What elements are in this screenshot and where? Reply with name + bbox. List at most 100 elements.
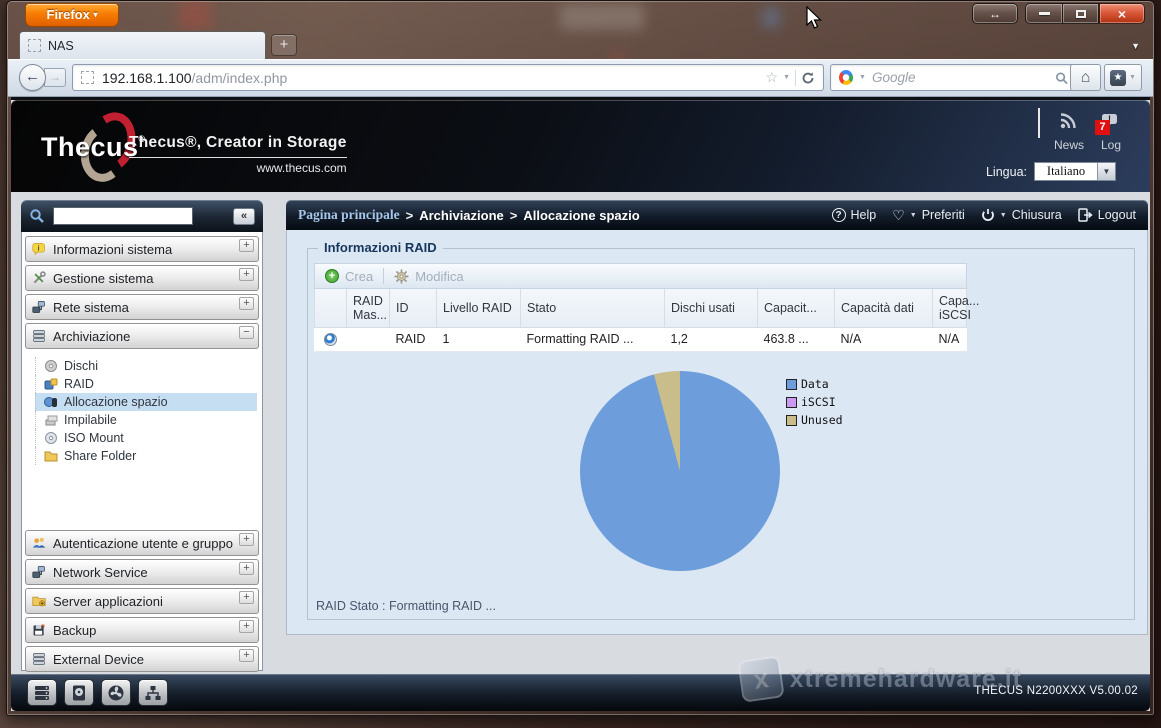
sidebar-section-network-service[interactable]: Network Service +: [25, 559, 259, 585]
app-server-icon: [32, 594, 46, 608]
bookmarks-menu-button[interactable]: ★ ▼: [1104, 64, 1142, 91]
tab-strip: NAS + ▼: [7, 31, 1154, 59]
screen: Firefox ▾ ↔ × NAS: [0, 0, 1161, 728]
sidebar-section-backup[interactable]: Backup +: [25, 617, 259, 643]
sidebar-item-impilabile[interactable]: Impilabile: [35, 411, 259, 429]
expand-icon[interactable]: +: [239, 239, 254, 252]
firefox-menu-button[interactable]: Firefox ▾: [25, 3, 119, 27]
tools-icon: [32, 271, 46, 285]
legend-swatch: [786, 397, 797, 408]
sidebar-section-server-applicazioni[interactable]: Server applicazioni +: [25, 588, 259, 614]
close-button[interactable]: ×: [1099, 3, 1145, 24]
sidebar-section-external-device[interactable]: External Device +: [25, 646, 259, 672]
expand-icon[interactable]: +: [239, 620, 254, 633]
reload-icon[interactable]: [801, 71, 815, 85]
site-footer: x xtremehardware.it THECUS N2200XXX V5.0…: [11, 674, 1150, 711]
fieldset-title: Informazioni RAID: [318, 240, 443, 255]
sidebar-collapse-button[interactable]: «: [233, 208, 255, 225]
minimize-button[interactable]: [1025, 3, 1062, 24]
sidebar-section-gestione-sistema[interactable]: Gestione sistema +: [25, 265, 259, 291]
logout-icon: [1078, 208, 1093, 222]
sidebar-item-iso-mount[interactable]: ISO Mount: [35, 429, 259, 447]
server-icon: [33, 684, 51, 702]
collapse-section-icon[interactable]: −: [239, 326, 254, 339]
sidebar-section-autenticazione[interactable]: Autenticazione utente e gruppo +: [25, 530, 259, 556]
sidebar-section-rete-sistema[interactable]: Rete sistema +: [25, 294, 259, 320]
server-status-button[interactable]: [27, 679, 57, 706]
home-button[interactable]: ⌂: [1070, 64, 1101, 91]
gear-icon: [394, 269, 409, 284]
new-tab-button[interactable]: +: [271, 34, 297, 56]
breadcrumb-bar: Pagina principale > Archiviazione > Allo…: [286, 200, 1148, 230]
sidebar-section-informazioni-sistema[interactable]: i Informazioni sistema +: [25, 236, 259, 262]
resize-icon: ↔: [989, 7, 1001, 21]
cell-capacita: 463.8 ...: [758, 327, 835, 351]
sidebar: « i Informazioni sistema +: [21, 200, 263, 671]
expand-icon[interactable]: +: [239, 591, 254, 604]
space-allocation-icon: [44, 395, 58, 409]
maximize-button[interactable]: [1062, 3, 1099, 24]
maximize-icon: [1076, 10, 1086, 18]
heart-icon: ♡: [892, 207, 905, 224]
sidebar-search-input[interactable]: [53, 207, 193, 225]
restore-down-button[interactable]: ↔: [972, 3, 1018, 24]
search-input[interactable]: [872, 70, 1049, 85]
network-tree-icon: [144, 684, 162, 702]
sidebar-item-raid[interactable]: RAID: [35, 375, 259, 393]
expand-icon[interactable]: +: [239, 297, 254, 310]
crea-button[interactable]: + Crea: [325, 269, 373, 284]
breadcrumb-home-link[interactable]: Pagina principale: [298, 207, 400, 223]
network-status-button[interactable]: [138, 679, 168, 706]
network-service-icon: [32, 565, 46, 579]
logout-button[interactable]: Logout: [1078, 208, 1136, 222]
search-icon[interactable]: [1055, 71, 1068, 85]
expand-icon[interactable]: +: [239, 533, 254, 546]
sidebar-section-archiviazione[interactable]: Archiviazione −: [25, 323, 259, 349]
sidebar-item-allocazione-spazio[interactable]: Allocazione spazio: [35, 393, 257, 411]
expand-icon[interactable]: +: [239, 268, 254, 281]
help-icon: ?: [832, 208, 846, 222]
chevron-down-icon: ▾: [93, 10, 97, 19]
back-button[interactable]: ←: [19, 64, 46, 91]
iso-mount-icon: [44, 431, 58, 445]
url-host: 192.168.1.100: [102, 70, 192, 86]
chiusura-button[interactable]: ▼ Chiusura: [981, 208, 1062, 222]
expand-icon[interactable]: +: [239, 649, 254, 662]
backup-icon: [32, 623, 46, 637]
sidebar-item-dischi[interactable]: Dischi: [35, 357, 259, 375]
close-icon: ×: [1118, 6, 1126, 22]
expand-icon[interactable]: +: [239, 562, 254, 575]
info-icon: i: [32, 242, 46, 256]
raid-table: RAID Mas... ID Livello RAID Stato Dischi…: [314, 289, 967, 352]
modifica-button[interactable]: Modifica: [394, 269, 463, 284]
column-header-raid-master: RAID Mas...: [347, 289, 390, 327]
column-header-capacita-dati: Capacità dati: [835, 289, 933, 327]
pie-chart: [580, 371, 780, 571]
url-bar[interactable]: 192.168.1.100/adm/index.php ☆ ▼: [72, 64, 824, 91]
storage-icon: [32, 329, 46, 343]
log-button[interactable]: ! Log 7: [1096, 112, 1126, 152]
chart-legend: Data iSCSI Unused: [786, 377, 843, 427]
search-bar[interactable]: ▼: [830, 64, 1077, 91]
help-button[interactable]: ? Help: [832, 208, 877, 222]
language-label: Lingua:: [986, 165, 1027, 179]
list-all-tabs-icon[interactable]: ▼: [1131, 41, 1140, 51]
breadcrumb-separator: >: [510, 208, 518, 223]
chevron-down-icon[interactable]: ▼: [783, 74, 790, 81]
breadcrumb-current: Allocazione spazio: [523, 208, 639, 223]
bookmark-star-icon[interactable]: ☆: [766, 69, 779, 86]
legend-swatch: [786, 379, 797, 390]
language-select[interactable]: Italiano ▼: [1034, 162, 1116, 181]
cell-raid-master: [347, 327, 390, 351]
raid-row-radio[interactable]: [324, 333, 337, 346]
news-button[interactable]: News: [1054, 112, 1084, 152]
preferiti-button[interactable]: ♡ ▼ Preferiti: [892, 207, 965, 224]
archiviazione-submenu: Dischi RAID: [25, 352, 259, 530]
sidebar-item-share-folder[interactable]: Share Folder: [35, 447, 259, 465]
fan-status-button[interactable]: [101, 679, 131, 706]
disk-status-button[interactable]: [64, 679, 94, 706]
raid-table-row[interactable]: RAID 1 Formatting RAID ... 1,2 463.8 ...…: [315, 327, 967, 351]
forward-button[interactable]: →: [44, 68, 66, 87]
chevron-down-icon[interactable]: ▼: [859, 74, 866, 81]
tab-nas[interactable]: NAS: [19, 31, 266, 59]
